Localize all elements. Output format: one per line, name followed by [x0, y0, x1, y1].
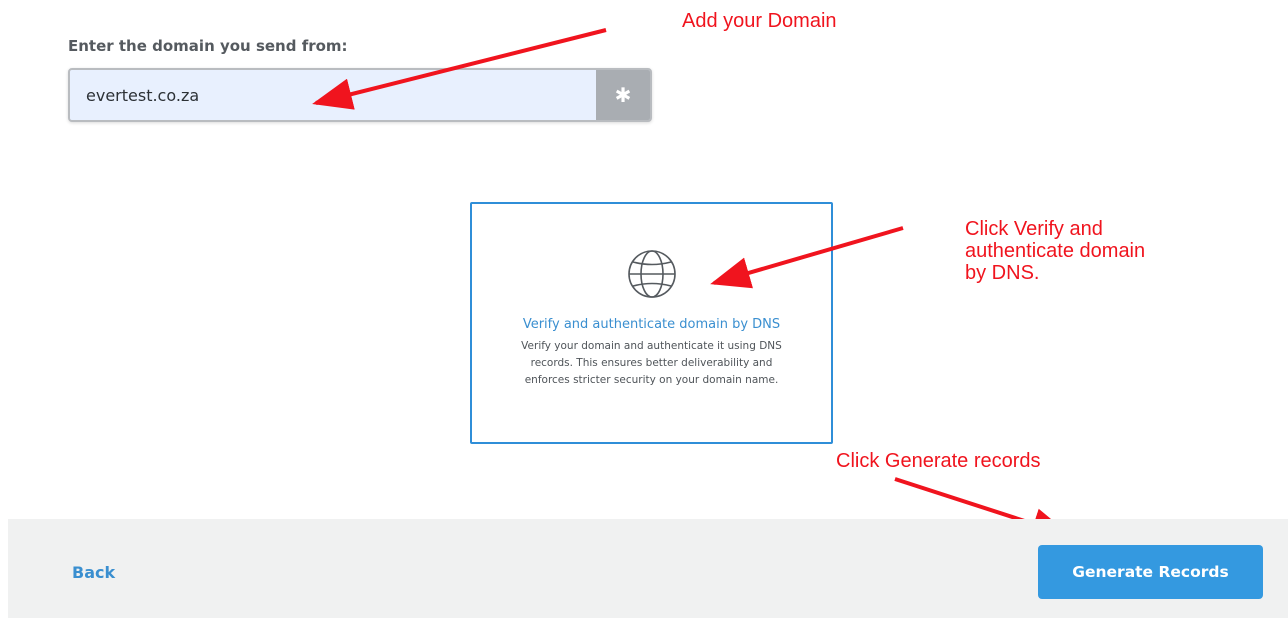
generate-records-button[interactable]: Generate Records	[1038, 545, 1263, 599]
verify-dns-description: Verify your domain and authenticate it u…	[492, 338, 811, 389]
annotation-line: Click Verify and	[965, 218, 1103, 240]
annotation-add-domain: Add your Domain	[682, 10, 837, 32]
globe-icon	[628, 250, 676, 298]
annotation-click-generate: Click Generate records	[836, 450, 1041, 472]
annotation-line: authenticate domain	[965, 240, 1146, 262]
verify-dns-option-card[interactable]: Verify and authenticate domain by DNS Ve…	[470, 202, 833, 444]
annotation-click-verify: Click Verify and authenticate domain by …	[965, 218, 1225, 284]
domain-input[interactable]	[70, 70, 596, 120]
verify-dns-title: Verify and authenticate domain by DNS	[522, 317, 781, 332]
description-line: Verify your domain and authenticate it u…	[521, 340, 782, 352]
asterisk-icon: ✱	[596, 70, 650, 120]
domain-input-group: ✱	[68, 68, 652, 122]
annotation-line: by DNS.	[965, 262, 1040, 284]
domain-field-label: Enter the domain you send from:	[68, 37, 348, 55]
description-line: enforces stricter security on your domai…	[524, 374, 779, 386]
back-link[interactable]: Back	[72, 563, 115, 582]
footer-bar: Back Generate Records	[8, 519, 1288, 618]
description-line: records. This ensures better deliverabil…	[530, 357, 773, 369]
